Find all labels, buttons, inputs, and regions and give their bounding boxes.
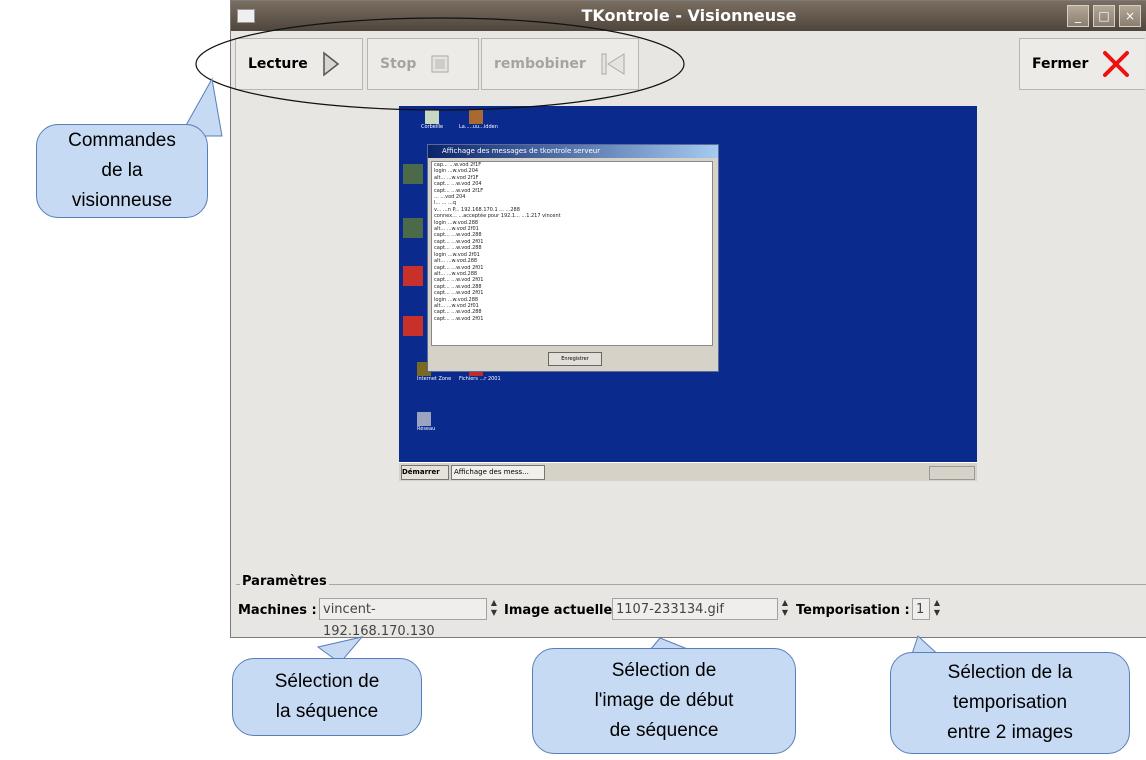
callout-text: visionneuse bbox=[71, 190, 173, 211]
callout-commands: Commandes de la visionneuse bbox=[36, 124, 208, 218]
callout-text: Sélection de la bbox=[947, 662, 1073, 683]
callout-text: Sélection de bbox=[274, 671, 380, 692]
callout-start-image: Sélection de l'image de début de séquenc… bbox=[532, 648, 796, 754]
callout-text: Sélection de bbox=[611, 660, 717, 681]
callout-sequence: Sélection de la séquence bbox=[232, 658, 422, 736]
callout-text: temporisation bbox=[952, 692, 1068, 713]
callout-delay: Sélection de la temporisation entre 2 im… bbox=[890, 652, 1130, 754]
callout-text: de la bbox=[101, 160, 143, 181]
annotation-overlay bbox=[179, 17, 946, 664]
callout-text: entre 2 images bbox=[947, 722, 1073, 743]
callout-text: la séquence bbox=[275, 701, 379, 722]
commands-ellipse bbox=[195, 17, 685, 111]
callout-text: Commandes bbox=[68, 130, 176, 151]
callout-text: de séquence bbox=[609, 720, 719, 741]
callout-text: l'image de début bbox=[594, 690, 734, 711]
